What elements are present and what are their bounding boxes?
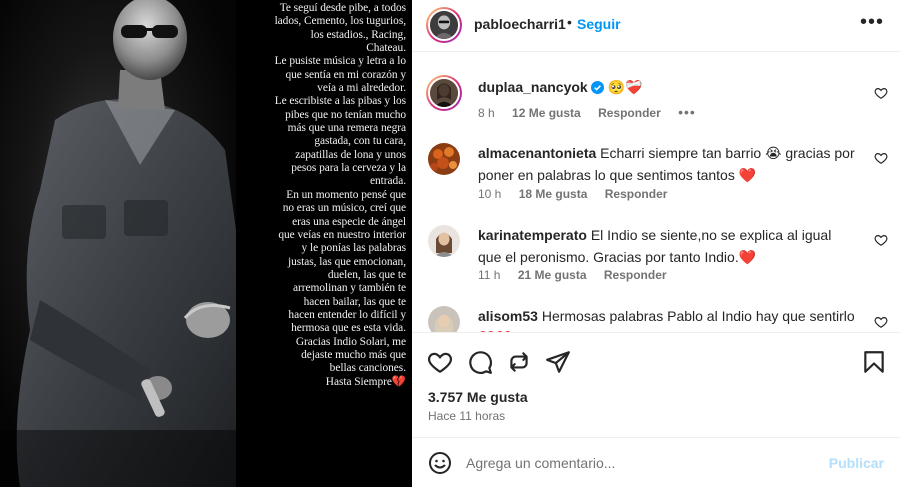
comment-avatar[interactable] bbox=[428, 306, 460, 333]
story-line: hacen entender lo difícil y bbox=[288, 308, 406, 321]
post-panel: pabloecharri1 • Seguir ••• duplaa_nancyo… bbox=[412, 0, 900, 487]
reply-button[interactable]: Responder bbox=[604, 268, 667, 282]
story-line: hermosa que es esta vida. bbox=[291, 322, 406, 335]
post-likes-count[interactable]: 3.757 Me gusta bbox=[428, 389, 528, 405]
story-line: que sentía en mi corazón y bbox=[285, 68, 407, 81]
story-caption: Te seguí desde pibe, a todos lados, Cemen… bbox=[236, 2, 412, 389]
emoji-icon[interactable] bbox=[428, 451, 452, 475]
save-bookmark-icon[interactable] bbox=[861, 349, 887, 375]
comment-likes[interactable]: 12 Me gusta bbox=[512, 106, 581, 120]
comment-text: 🥺❤️‍🩹 bbox=[607, 79, 643, 95]
comment-username[interactable]: duplaa_nancyok bbox=[478, 79, 588, 95]
story-line: bellas canciones. bbox=[329, 362, 406, 375]
comment-item: alisom53 Hermosas palabras Pablo al Indi… bbox=[412, 304, 900, 333]
comment-meta: 11 h 21 Me gusta Responder bbox=[478, 268, 681, 282]
author-avatar[interactable] bbox=[426, 7, 462, 43]
comment-content: almacenantonieta Echarri siempre tan bar… bbox=[478, 142, 856, 186]
story-line: entrada. bbox=[370, 175, 406, 188]
story-line: más que una remera negra bbox=[287, 122, 406, 135]
comment-username[interactable]: almacenantonieta bbox=[478, 145, 596, 161]
comment-meta: 10 h 18 Me gusta Responder bbox=[478, 187, 681, 201]
story-line: Hasta Siempre💔 bbox=[325, 375, 406, 388]
story-line: justas, las que emocionan, bbox=[288, 255, 406, 268]
story-line: dejaste mucho más que bbox=[301, 348, 406, 361]
more-options-icon[interactable]: ••• bbox=[860, 11, 884, 34]
verified-badge-icon bbox=[590, 81, 604, 94]
comment-time: 8 h bbox=[478, 106, 495, 120]
comment-avatar[interactable] bbox=[428, 225, 460, 257]
like-comment-heart-icon[interactable] bbox=[874, 233, 888, 247]
comment-bubble-icon[interactable] bbox=[467, 349, 493, 375]
add-comment-input[interactable] bbox=[466, 450, 816, 476]
story-line: Gracias Indio Solari, me bbox=[295, 335, 406, 348]
comment-likes[interactable]: 18 Me gusta bbox=[519, 187, 588, 201]
post-actions bbox=[412, 332, 900, 390]
comment-time: 11 h bbox=[478, 268, 501, 282]
story-line: Le escribiste a las pibas y los bbox=[274, 95, 406, 108]
comment-likes[interactable]: 21 Me gusta bbox=[518, 268, 587, 282]
comment-avatar[interactable] bbox=[428, 143, 460, 175]
reply-button[interactable]: Responder bbox=[605, 187, 668, 201]
story-line: no eras un músico, creí que bbox=[282, 202, 406, 215]
story-line: Te seguí desde pibe, a todos bbox=[279, 2, 406, 14]
like-comment-heart-icon[interactable] bbox=[874, 86, 888, 100]
like-comment-heart-icon[interactable] bbox=[874, 151, 888, 165]
like-heart-icon[interactable] bbox=[427, 349, 453, 375]
story-line: que veías en nuestro interior bbox=[278, 228, 406, 241]
story-line: Le pusiste música y letra a lo bbox=[274, 55, 406, 68]
post-timestamp[interactable]: Hace 11 horas bbox=[428, 409, 505, 423]
story-line: pesos para la cerveza y la bbox=[291, 162, 406, 175]
comment-composer: Publicar bbox=[412, 437, 900, 487]
comment-username[interactable]: alisom53 bbox=[478, 308, 538, 324]
story-line: duelen, las que te bbox=[327, 268, 406, 281]
story-line: y le ponías las palabras bbox=[301, 242, 407, 255]
comment-content: alisom53 Hermosas palabras Pablo al Indi… bbox=[478, 305, 856, 333]
comment-avatar[interactable] bbox=[426, 75, 462, 111]
like-comment-heart-icon[interactable] bbox=[874, 315, 888, 329]
follow-button[interactable]: Seguir bbox=[577, 16, 621, 32]
share-send-icon[interactable] bbox=[545, 349, 571, 375]
story-line: En un momento pensé que bbox=[286, 188, 406, 201]
header-separator: • bbox=[567, 14, 572, 30]
story-line: gastada, con tu cara, bbox=[314, 135, 406, 148]
comment-content: duplaa_nancyok 🥺❤️‍🩹 bbox=[478, 76, 856, 98]
story-line: arremolinan y también te bbox=[293, 282, 406, 295]
story-line: hacen bailar, las que te bbox=[303, 295, 406, 308]
author-username[interactable]: pabloecharri1 bbox=[474, 16, 566, 32]
reply-button[interactable]: Responder bbox=[598, 106, 661, 120]
post-header: pabloecharri1 • Seguir ••• bbox=[412, 0, 900, 52]
post-media[interactable]: Te seguí desde pibe, a todos lados, Cemen… bbox=[0, 0, 412, 487]
story-line: pibes que no tenían mucho bbox=[285, 108, 406, 121]
comment-meta: 8 h 12 Me gusta Responder ••• bbox=[478, 104, 710, 120]
story-line: eras una especie de ángel bbox=[292, 215, 406, 228]
comment-time: 10 h bbox=[478, 187, 502, 201]
comment-content: karinatemperato El Indio se siente,no se… bbox=[478, 224, 856, 268]
comment-more-icon[interactable]: ••• bbox=[678, 104, 696, 120]
story-line: zapatillas de lona y unos bbox=[295, 148, 406, 161]
story-line: Chateau. bbox=[366, 42, 406, 55]
repost-icon[interactable] bbox=[506, 349, 532, 375]
comment-username[interactable]: karinatemperato bbox=[478, 227, 587, 243]
story-line: veía a mi alrededor. bbox=[317, 82, 406, 95]
story-line: los estadios., Racing, bbox=[310, 28, 406, 41]
publish-button[interactable]: Publicar bbox=[829, 455, 884, 471]
story-line: lados, Cemento, los tugurios, bbox=[274, 15, 406, 28]
